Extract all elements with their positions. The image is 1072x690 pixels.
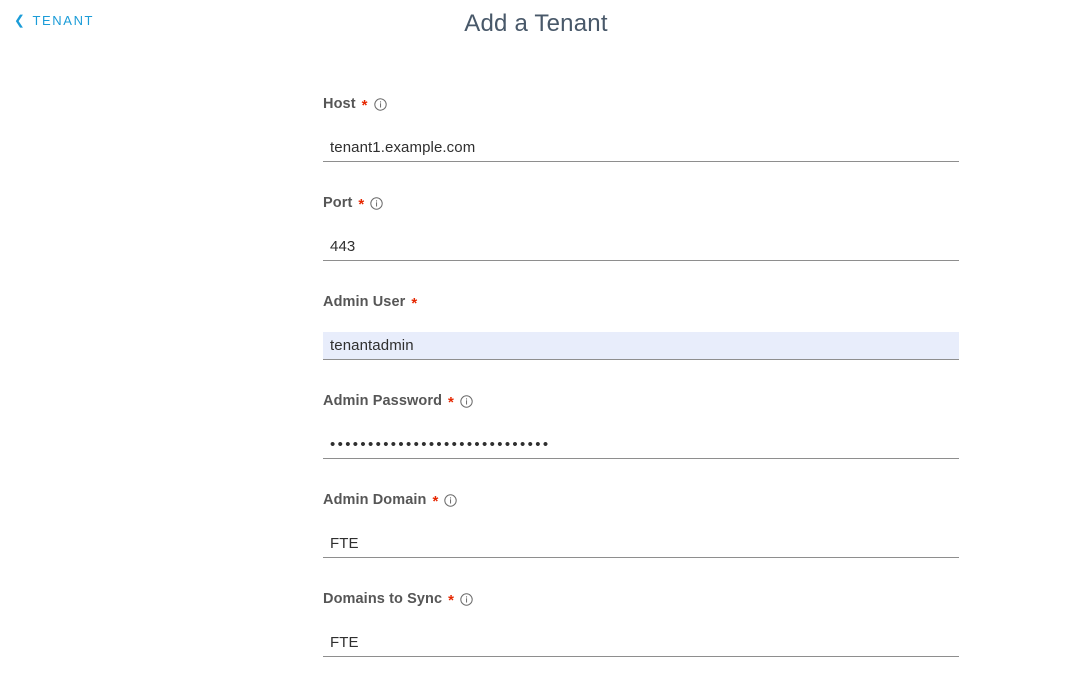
field-label-domains-to-sync: Domains to Sync * <box>323 591 959 609</box>
input-underline-admin-domain <box>323 530 959 558</box>
required-asterisk: * <box>432 492 439 510</box>
form-field-port: Port * <box>323 195 959 294</box>
input-underline-admin-user <box>323 332 959 360</box>
form-field-admin-domain: Admin Domain * <box>323 492 959 591</box>
field-label-text: Port <box>323 195 353 211</box>
required-asterisk: * <box>411 294 418 312</box>
input-host[interactable] <box>323 134 959 161</box>
field-label-text: Host <box>323 96 356 112</box>
field-label-text: Admin Domain <box>323 492 427 508</box>
info-icon[interactable] <box>370 196 384 210</box>
page-header: ❮ TENANT Add a Tenant <box>0 0 1072 48</box>
input-underline-host <box>323 134 959 162</box>
info-icon[interactable] <box>373 97 387 111</box>
field-label-admin-user: Admin User * <box>323 294 959 312</box>
required-asterisk: * <box>448 393 454 411</box>
required-asterisk: * <box>448 591 455 609</box>
field-label-text: Admin Password <box>323 393 443 409</box>
form-field-host: Host * <box>323 96 959 195</box>
input-underline-port <box>323 233 959 261</box>
field-label-host: Host * <box>323 96 959 114</box>
field-label-admin-domain: Admin Domain * <box>323 492 959 510</box>
required-asterisk: * <box>358 195 365 213</box>
info-icon[interactable] <box>460 592 473 606</box>
input-domains-to-sync[interactable] <box>323 629 959 656</box>
field-label-text: Admin User <box>323 294 406 310</box>
input-underline-domains-to-sync <box>323 629 959 657</box>
input-admin-user[interactable] <box>323 332 959 359</box>
page-title: Add a Tenant <box>464 10 608 37</box>
form-field-domains-to-sync: Domains to Sync * <box>323 591 959 690</box>
info-icon[interactable] <box>460 394 473 408</box>
field-label-port: Port * <box>323 195 959 213</box>
form-field-admin-password: Admin Password * •••••••••••••••••••••••••… <box>323 393 959 492</box>
add-tenant-form: Host * Port * Admin User * Admin Password * ••••… <box>323 96 959 690</box>
masked-password-value: ••••••••••••••••••••••••••••• <box>330 436 551 453</box>
input-underline-admin-password: ••••••••••••••••••••••••••••• <box>323 431 959 459</box>
info-icon[interactable] <box>444 493 458 507</box>
field-label-admin-password: Admin Password * <box>323 393 959 411</box>
form-field-admin-user: Admin User * <box>323 294 959 393</box>
required-asterisk: * <box>361 96 368 114</box>
input-port[interactable] <box>323 233 959 260</box>
field-label-text: Domains to Sync <box>323 591 443 607</box>
input-admin-domain[interactable] <box>323 530 959 557</box>
